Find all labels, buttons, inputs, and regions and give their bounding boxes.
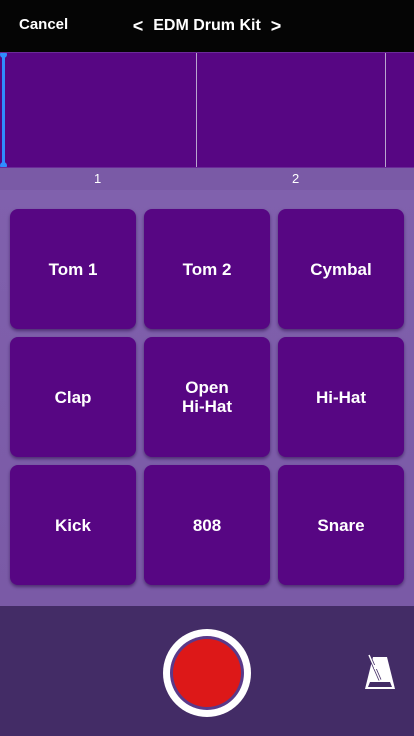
measure-number-1: 1 [94, 171, 102, 186]
cancel-button[interactable]: Cancel [19, 16, 68, 33]
pad-tom-1[interactable]: Tom 1 [10, 209, 136, 329]
pad-snare[interactable]: Snare [278, 465, 404, 585]
measure-divider [385, 53, 386, 167]
playhead-top-handle[interactable] [0, 53, 7, 58]
measure-divider [196, 53, 197, 167]
record-button[interactable] [163, 629, 251, 717]
recording-timeline[interactable] [0, 52, 414, 168]
measure-number-2: 2 [292, 171, 300, 186]
next-kit-button[interactable]: > [271, 17, 282, 35]
metronome-icon[interactable] [362, 652, 398, 692]
pad-cymbal[interactable]: Cymbal [278, 209, 404, 329]
pad-808[interactable]: 808 [144, 465, 270, 585]
kit-title: EDM Drum Kit [153, 17, 261, 34]
playhead-bottom-handle[interactable] [0, 162, 7, 167]
pad-open-hi-hat[interactable]: Open Hi-Hat [144, 337, 270, 457]
playhead[interactable] [2, 53, 5, 167]
bottom-controls [0, 606, 414, 736]
drum-pad-grid: Tom 1 Tom 2 Cymbal Clap Open Hi-Hat Hi-H… [0, 190, 414, 606]
pad-tom-2[interactable]: Tom 2 [144, 209, 270, 329]
previous-kit-button[interactable]: < [133, 17, 144, 35]
top-bar: < EDM Drum Kit > Cancel [0, 0, 414, 52]
pad-kick[interactable]: Kick [10, 465, 136, 585]
record-icon [173, 639, 241, 707]
pad-clap[interactable]: Clap [10, 337, 136, 457]
record-ring [170, 636, 244, 710]
pad-hi-hat[interactable]: Hi-Hat [278, 337, 404, 457]
